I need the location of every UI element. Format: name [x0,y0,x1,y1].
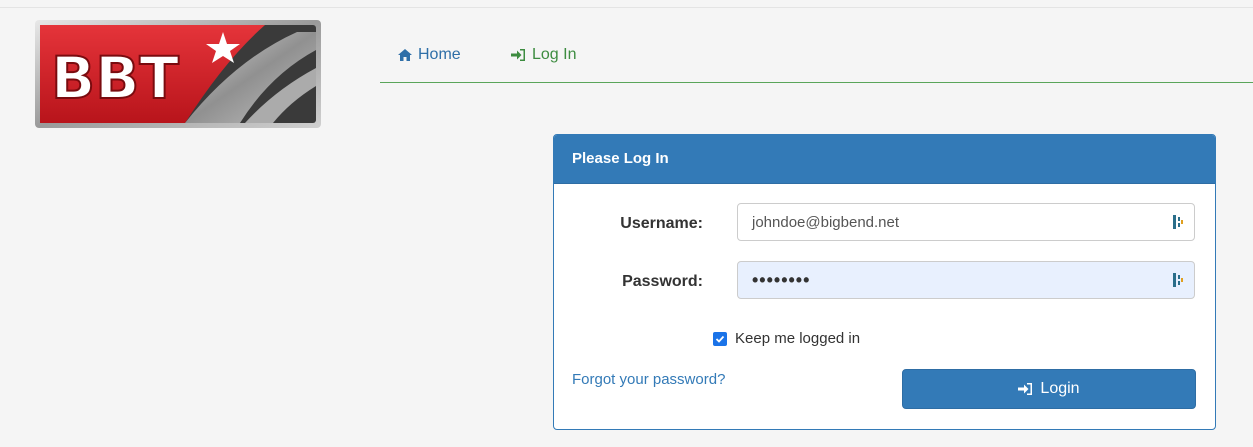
username-field[interactable]: johndoe@bigbend.net [737,203,1195,241]
check-icon [715,335,725,343]
login-button[interactable]: Login [902,369,1196,409]
home-icon [398,49,412,61]
keep-logged-in-label: Keep me logged in [735,330,861,347]
username-label: Username: [620,215,703,232]
top-nav: Home Log In [380,40,1253,83]
username-value: johndoe@bigbend.net [752,213,900,231]
password-field[interactable]: •••••••• [737,261,1195,299]
password-manager-icon[interactable] [1172,272,1184,288]
sign-in-icon [511,49,525,61]
password-label: Password: [622,273,703,290]
nav-login-label: Log In [532,46,577,63]
login-button-label: Login [1040,380,1080,397]
login-panel: Please Log In Username: johndoe@bigbend.… [553,134,1216,430]
forgot-password-link[interactable]: Forgot your password? [572,371,725,388]
panel-title: Please Log In [554,135,1215,184]
nav-login-link[interactable]: Log In [511,46,576,64]
nav-home-label: Home [418,46,461,63]
keep-logged-in-checkbox[interactable] [713,331,727,346]
keep-logged-in[interactable]: Keep me logged in [713,330,860,347]
password-manager-icon[interactable] [1172,214,1184,230]
bbt-logo: BBT [35,20,321,128]
top-divider [0,7,1253,8]
password-value: •••••••• [752,269,811,290]
logo-text: BBT [51,44,179,112]
nav-home-link[interactable]: Home [398,46,461,64]
sign-in-icon [1018,383,1033,395]
